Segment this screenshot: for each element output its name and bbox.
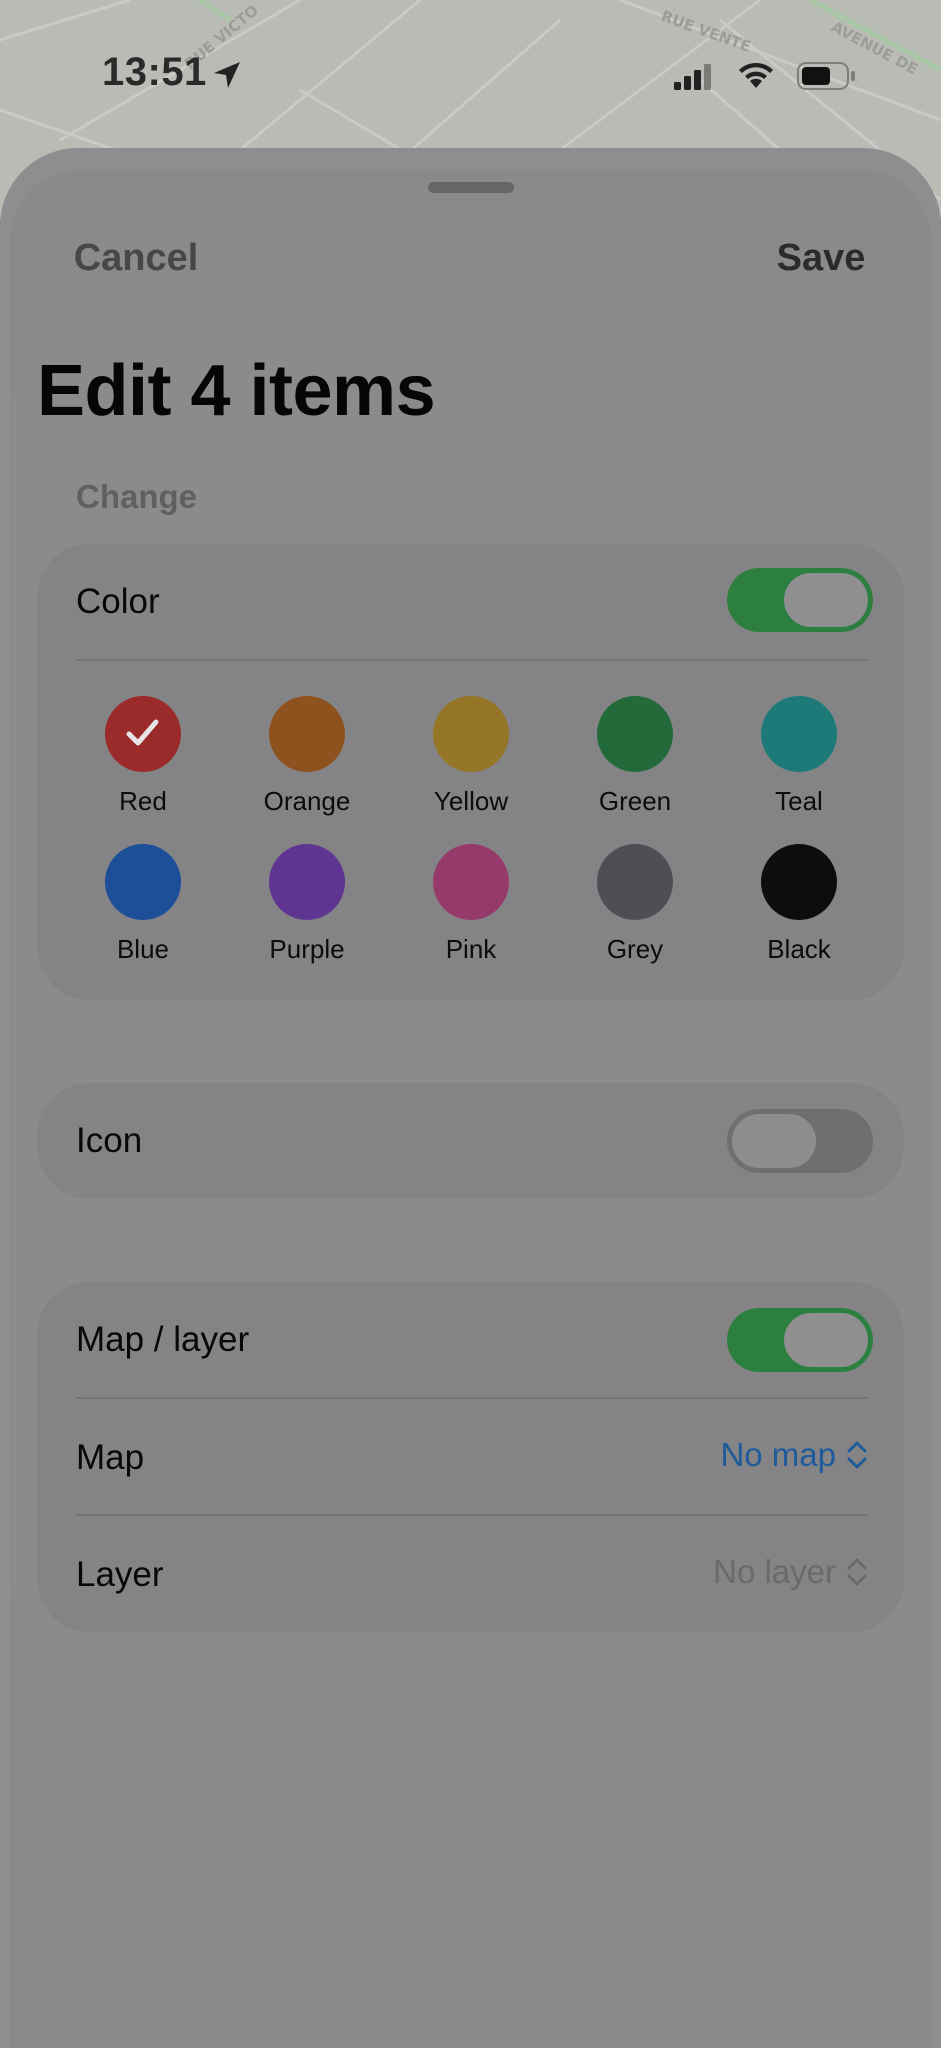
- toggle-knob: [784, 1313, 868, 1367]
- cellular-signal-icon: [674, 62, 714, 95]
- checkmark-icon: [126, 719, 159, 746]
- swatch-pink[interactable]: [433, 844, 509, 920]
- status-time: 13:51: [102, 50, 207, 94]
- map-layer-card: Map / layer Map No map Layer No layer: [37, 1282, 904, 1632]
- icon-label: Icon: [76, 1121, 143, 1160]
- status-bar: 13:51: [0, 0, 941, 150]
- map-layer-label: Map / layer: [76, 1320, 250, 1359]
- map-row-label: Map: [76, 1438, 145, 1477]
- swatch-label: Orange: [263, 786, 351, 816]
- layer-row-label: Layer: [76, 1555, 164, 1594]
- swatch-label: Grey: [606, 934, 664, 964]
- color-label: Color: [76, 582, 160, 621]
- map-picker-value: No map: [720, 1436, 836, 1473]
- swatch-grey[interactable]: [597, 844, 673, 920]
- divider: [76, 1514, 867, 1516]
- divider: [76, 1397, 867, 1399]
- map-picker[interactable]: No map: [720, 1436, 868, 1474]
- battery-icon: [797, 62, 857, 95]
- sheet-grabber[interactable]: [428, 182, 514, 193]
- chevron-up-down-icon: [847, 1441, 867, 1469]
- swatch-label: Teal: [775, 786, 823, 816]
- swatch-green[interactable]: [597, 696, 673, 772]
- swatch-orange[interactable]: [269, 696, 345, 772]
- toggle-knob: [784, 573, 868, 627]
- swatch-red[interactable]: [105, 696, 181, 772]
- location-arrow-icon: [212, 60, 242, 95]
- swatch-label: Black: [767, 934, 831, 964]
- swatch-black[interactable]: [761, 844, 837, 920]
- toggle-knob: [732, 1114, 816, 1168]
- cancel-button[interactable]: Cancel: [37, 206, 235, 310]
- swatch-label: Yellow: [433, 786, 509, 816]
- swatch-teal[interactable]: [761, 696, 837, 772]
- icon-toggle[interactable]: [727, 1109, 873, 1173]
- wifi-icon: [736, 58, 776, 95]
- color-card: Color Red Orange Yellow Green Teal Blue …: [37, 544, 904, 1000]
- swatch-label: Pink: [445, 934, 497, 964]
- swatch-blue[interactable]: [105, 844, 181, 920]
- section-header-change: Change: [76, 478, 198, 515]
- swatch-purple[interactable]: [269, 844, 345, 920]
- save-button[interactable]: Save: [739, 206, 903, 310]
- swatch-yellow[interactable]: [433, 696, 509, 772]
- swatch-label: Blue: [116, 934, 170, 964]
- swatch-label: Red: [119, 786, 167, 816]
- chevron-up-down-icon: [847, 1558, 867, 1586]
- color-toggle[interactable]: [727, 568, 873, 632]
- page-title: Edit 4 items: [37, 351, 436, 431]
- icon-card: Icon: [37, 1083, 904, 1199]
- layer-picker[interactable]: No layer: [713, 1553, 868, 1591]
- map-layer-toggle[interactable]: [727, 1308, 873, 1372]
- swatch-label: Purple: [269, 934, 345, 964]
- layer-picker-value: No layer: [713, 1553, 836, 1590]
- divider: [76, 659, 867, 661]
- swatch-label: Green: [598, 786, 672, 816]
